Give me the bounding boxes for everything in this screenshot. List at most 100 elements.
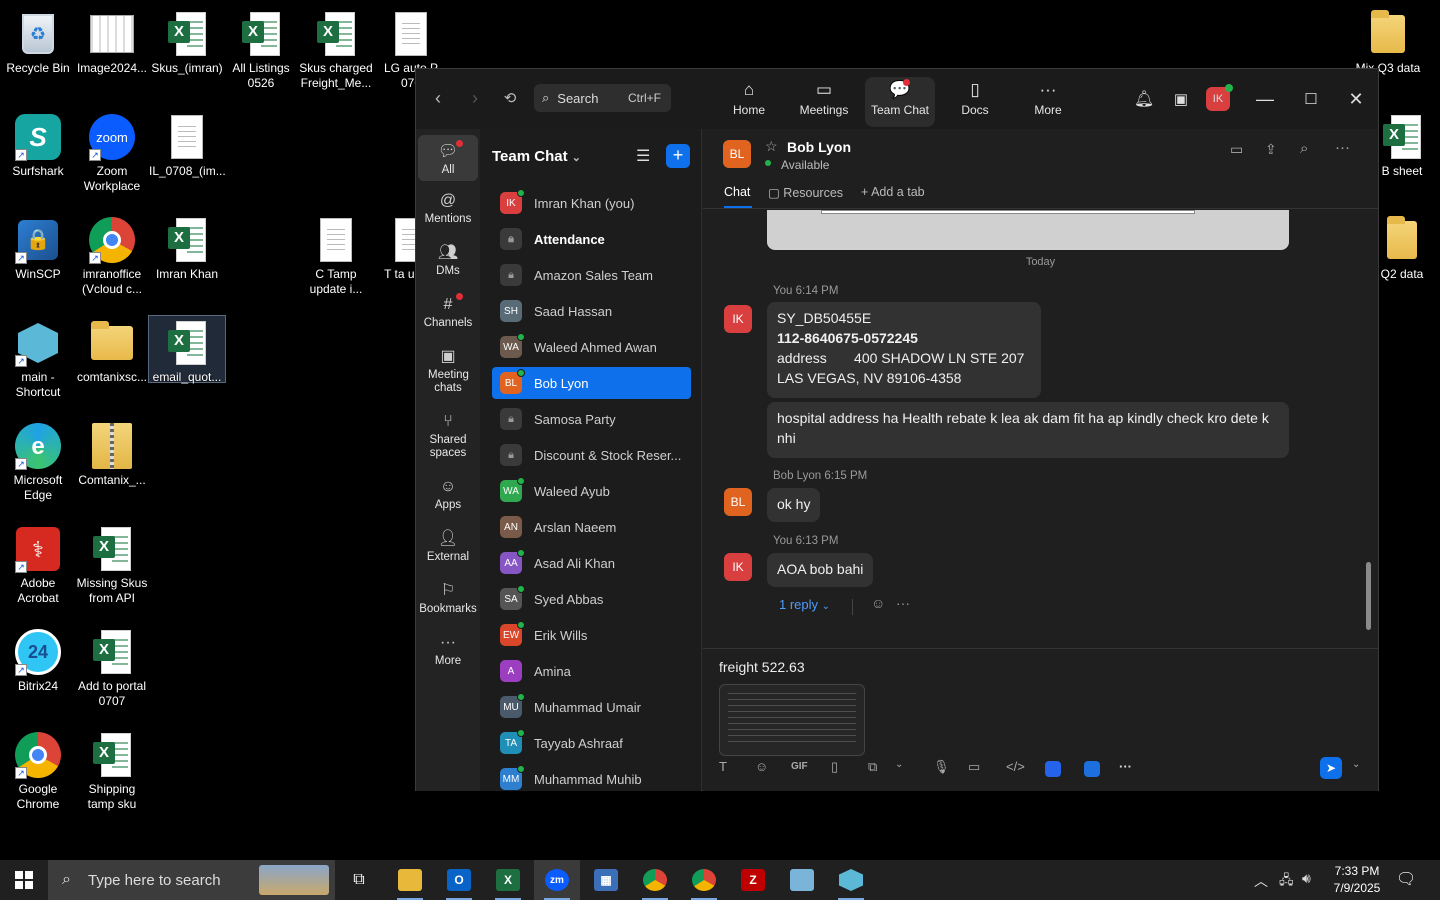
desktop-icon-email-quot[interactable]: X email_quot... <box>148 315 226 384</box>
rail-shared-spaces[interactable]: ⑂ Shared spaces <box>418 408 478 460</box>
desktop-icon-zoom[interactable]: zoom ↗ Zoom Workplace <box>74 105 150 194</box>
message-bubble[interactable]: AOA bob bahi <box>767 553 874 587</box>
image-attachment-preview[interactable] <box>767 210 1289 250</box>
message-composer[interactable]: freight 522.63 T ☺ GIF ▯ ⧉ ⌄ 🎙︎ ▭ </> ··… <box>703 648 1378 791</box>
send-button[interactable]: ➤ <box>1320 757 1342 779</box>
rail-bookmarks[interactable]: ⚐ Bookmarks <box>418 577 478 616</box>
message-bubble[interactable]: ok hy <box>767 488 821 522</box>
volume-icon[interactable]: 🔊︎ <box>1302 870 1311 887</box>
chat-list-item[interactable]: SH Saad Hassan <box>492 295 691 327</box>
chevron-down-icon[interactable]: ⌄ <box>895 759 903 770</box>
share-screen-icon[interactable]: ⇪ <box>1265 141 1277 158</box>
maximize-icon[interactable]: ☐ <box>1298 86 1324 112</box>
notification-icon[interactable]: 🗨︎ <box>1396 869 1416 889</box>
rail-dms[interactable]: 👥︎ DMs <box>418 239 478 278</box>
new-chat-button[interactable]: + <box>666 144 690 168</box>
desktop-icon-winscp[interactable]: 🔒 ↗ WinSCP <box>0 208 76 282</box>
desktop-icon-acrobat[interactable]: ⚕ ↗ Adobe Acrobat <box>0 517 76 606</box>
taskbar-calculator[interactable]: ▦ <box>583 860 629 900</box>
filter-icon[interactable]: ☰ <box>636 146 650 166</box>
file-icon[interactable]: ▯ <box>831 759 838 775</box>
search-icon[interactable]: ⌕ <box>1300 140 1308 157</box>
forward-arrow-icon[interactable]: › <box>462 85 488 111</box>
desktop-icon-image[interactable]: Image2024... <box>74 2 150 76</box>
video-call-icon[interactable]: ▭ <box>1230 141 1243 158</box>
rail-channels[interactable]: # Channels <box>418 291 478 330</box>
format-text-icon[interactable]: T <box>719 759 727 774</box>
rail-all[interactable]: 💬︎ All <box>418 135 478 181</box>
chat-list-item[interactable]: 🔒︎ Samosa Party <box>492 403 691 435</box>
rail-mentions[interactable]: @ Mentions <box>418 187 478 226</box>
rail-more[interactable]: ··· More <box>418 629 478 668</box>
chat-list-item[interactable]: 🔒︎ Discount & Stock Reser... <box>492 439 691 471</box>
scrollbar[interactable] <box>1366 562 1371 630</box>
chat-list-item[interactable]: MU Muhammad Umair <box>492 691 691 723</box>
app-icon[interactable] <box>1084 761 1100 777</box>
desktop-icon-missing-skus[interactable]: X Missing Skus from API <box>74 517 150 606</box>
chat-list-item[interactable]: 🔒︎ Amazon Sales Team <box>492 259 691 291</box>
chat-list-item[interactable]: A Amina <box>492 655 691 687</box>
video-message-icon[interactable]: ▭ <box>968 759 980 775</box>
desktop-icon-c-tamp[interactable]: C Tamp update i... <box>298 208 374 297</box>
chat-list-item[interactable]: WA Waleed Ayub <box>492 475 691 507</box>
chat-list-item[interactable]: AA Asad Ali Khan <box>492 547 691 579</box>
history-icon[interactable]: ⟲ <box>497 85 523 111</box>
topnav-home[interactable]: ⌂ Home <box>714 77 784 127</box>
chat-list-item[interactable]: EW Erik Wills <box>492 619 691 651</box>
bell-icon[interactable]: 🔔︎ <box>1131 86 1157 112</box>
desktop-icon-chrome[interactable]: ↗ Google Chrome <box>0 723 76 812</box>
app-icon[interactable] <box>1045 761 1061 777</box>
chevron-up-icon[interactable]: ︿ <box>1254 871 1268 891</box>
desktop-icon-add-to-portal[interactable]: X Add to portal 0707 <box>74 620 150 709</box>
desktop-icon-skus-charged[interactable]: X Skus charged Freight_Me... <box>298 2 374 91</box>
taskbar-excel[interactable]: X <box>485 860 531 900</box>
desktop-icon-surfshark[interactable]: S ↗ Surfshark <box>0 105 76 179</box>
task-view-icon[interactable]: ⧉ <box>336 860 382 900</box>
emoji-reaction-icon[interactable]: ☺ <box>871 595 885 611</box>
taskbar-main-app[interactable] <box>828 860 874 900</box>
close-icon[interactable]: ✕ <box>1343 86 1369 112</box>
taskbar-outlook[interactable]: O <box>436 860 482 900</box>
clock[interactable]: 7:33 PM 7/9/2025 <box>1322 863 1392 897</box>
taskbar-chrome[interactable] <box>632 860 678 900</box>
chat-list-item[interactable]: AN Arslan Naeem <box>492 511 691 543</box>
desktop-icon-main-shortcut[interactable]: ↗ main - Shortcut <box>0 311 76 400</box>
rail-meeting-chats[interactable]: ▣ Meeting chats <box>418 343 478 395</box>
desktop-icon-mix-q3[interactable]: Mix Q3 data <box>1350 2 1426 76</box>
gif-icon[interactable]: GIF <box>791 761 808 772</box>
screenshot-icon[interactable]: ⧉ <box>868 759 877 775</box>
desktop-icon-shipping-tamp[interactable]: X Shipping tamp sku <box>74 723 150 812</box>
composer-input[interactable]: freight 522.63 <box>719 659 805 675</box>
calendar-icon[interactable]: ▣ <box>1168 86 1194 112</box>
chat-list-item[interactable]: BL Bob Lyon <box>492 367 691 399</box>
chat-list-item[interactable]: MM Muhammad Muhib <box>492 763 691 791</box>
chat-list-title[interactable]: Team Chat ⌄ <box>492 148 581 165</box>
chat-list-item[interactable]: WA Waleed Ahmed Awan <box>492 331 691 363</box>
more-icon[interactable]: ··· <box>896 595 910 611</box>
more-icon[interactable]: ··· <box>1119 759 1132 774</box>
emoji-icon[interactable]: ☺ <box>755 759 768 774</box>
chat-contact-name[interactable]: Bob Lyon <box>787 139 851 155</box>
chat-list-item[interactable]: TA Tayyab Ashraaf <box>492 727 691 759</box>
rail-apps[interactable]: ☺ Apps <box>418 473 478 512</box>
taskbar-filezilla[interactable]: Z <box>730 860 776 900</box>
microphone-icon[interactable]: 🎙︎ <box>933 759 950 775</box>
reply-thread-link[interactable]: 1 reply ⌄ <box>779 597 830 612</box>
desktop-icon-il-0708[interactable]: IL_0708_(im... <box>149 105 226 179</box>
topnav-docs[interactable]: ▯ Docs <box>940 77 1010 127</box>
topnav-more[interactable]: ··· More <box>1013 77 1083 127</box>
desktop-icon-imran-khan[interactable]: X Imran Khan <box>149 208 225 282</box>
desktop-icon-all-listings[interactable]: X All Listings 0526 <box>223 2 299 91</box>
more-options-icon[interactable]: ··· <box>1335 139 1350 156</box>
add-tab-button[interactable]: + Add a tab <box>861 185 925 199</box>
desktop-icon-edge[interactable]: e ↗ Microsoft Edge <box>0 414 76 503</box>
chevron-down-icon[interactable]: ⌄ <box>1352 759 1360 770</box>
chat-list-item[interactable]: 🔒︎ Attendance <box>492 223 691 255</box>
topnav-meetings[interactable]: ▭ Meetings <box>789 77 859 127</box>
message-bubble[interactable]: hospital address ha Health rebate k lea … <box>767 402 1289 458</box>
desktop-icon-comtanix-zip[interactable]: Comtanix_... <box>74 414 150 488</box>
taskbar-file-explorer[interactable] <box>387 860 433 900</box>
desktop-icon-comtanixsc[interactable]: comtanixsc... <box>74 311 150 385</box>
topnav-team-chat[interactable]: 💬 Team Chat <box>865 77 935 127</box>
taskbar-chrome-profile[interactable] <box>681 860 727 900</box>
